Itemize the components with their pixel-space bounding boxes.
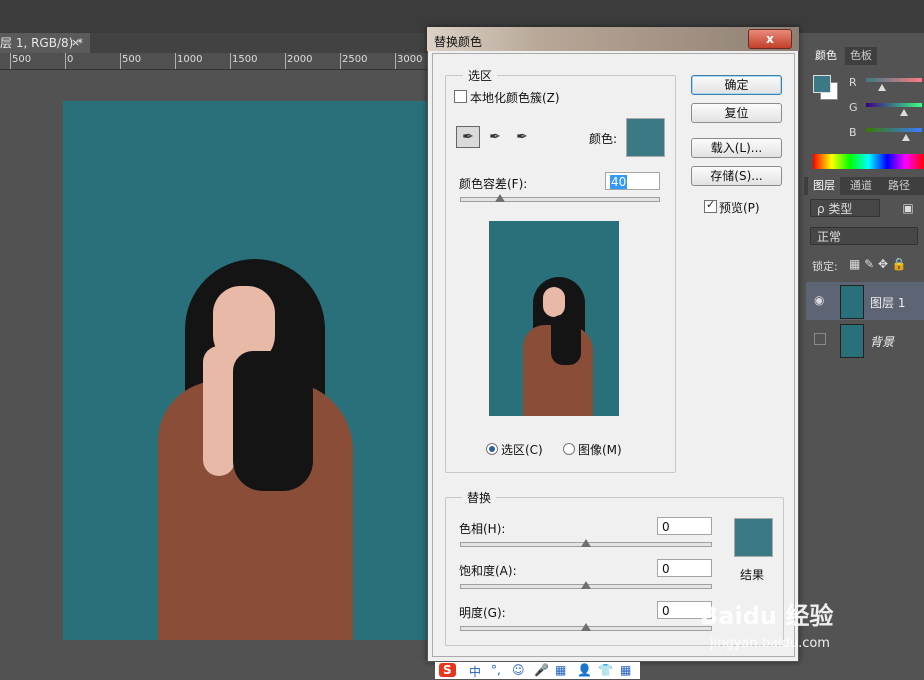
ruler-label: 500: [122, 54, 142, 65]
document-tab[interactable]: 层 1, RGB/8) * ×: [0, 33, 90, 53]
ime-toolbar: S 中 °, ☺ 🎤 ▦ 👤 👕 ▦: [435, 662, 640, 679]
tab-color[interactable]: 颜色: [810, 47, 842, 65]
baidu-watermark-url: jingyan.baidu.com: [710, 636, 830, 651]
channel-label-g: G: [849, 101, 858, 114]
ruler-label: 1000: [177, 54, 203, 65]
layer-filter-dropdown[interactable]: ρ 类型: [810, 199, 880, 217]
localized-clusters-checkbox[interactable]: [454, 90, 467, 103]
saturation-label: 饱和度(A):: [459, 564, 517, 578]
photo-hair-lower: [233, 351, 313, 491]
visibility-eye-icon[interactable]: ◉: [814, 293, 824, 307]
preview-checkbox[interactable]: [704, 198, 717, 213]
image-filter-icon[interactable]: ▣: [898, 199, 918, 217]
fuzziness-label: 颜色容差(F):: [459, 177, 528, 191]
blend-mode-dropdown[interactable]: 正常: [810, 227, 918, 245]
ruler-label: 2000: [287, 54, 313, 65]
dialog-titlebar[interactable]: [427, 27, 799, 51]
photo-arm: [203, 346, 235, 476]
hue-label: 色相(H):: [459, 522, 506, 536]
r-slider[interactable]: [866, 78, 922, 82]
baidu-watermark: Baidu 经验: [700, 602, 834, 630]
load-button[interactable]: 载入(L)...: [691, 138, 782, 158]
selection-radio-label: 选区(C): [501, 443, 543, 457]
layer-row-1[interactable]: ◉ 图层 1: [806, 282, 924, 320]
eyedropper-plus-icon[interactable]: ✒: [484, 127, 506, 147]
ime-voice-icon[interactable]: 🎤: [534, 663, 549, 677]
image-radio[interactable]: [563, 443, 575, 455]
lightness-slider-thumb[interactable]: [581, 623, 591, 631]
color-spectrum-bar[interactable]: [813, 154, 924, 169]
tab-paths[interactable]: 路径: [883, 177, 915, 195]
result-label: 结果: [740, 568, 765, 582]
localized-clusters-label: 本地化颜色簇(Z): [470, 91, 560, 105]
ime-skin-icon[interactable]: 👕: [598, 663, 613, 677]
ruler-label: 3000: [397, 54, 423, 65]
layer-thumbnail: [840, 285, 864, 319]
sogou-logo-icon[interactable]: S: [439, 663, 456, 677]
ime-user-icon[interactable]: 👤: [577, 663, 592, 677]
image-radio-label: 图像(M): [578, 443, 622, 457]
dialog-title: 替换颜色: [434, 35, 483, 49]
lock-icons[interactable]: ▦ ✎ ✥ 🔒: [849, 257, 907, 271]
layer-name: 背景: [870, 335, 895, 349]
ime-emoji-icon[interactable]: ☺: [512, 663, 525, 677]
horizontal-ruler: 500 0 500 1000 1500 2000 2500 3000: [0, 53, 430, 70]
foreground-color-swatch[interactable]: [813, 75, 831, 93]
tab-bar-empty: [90, 33, 430, 53]
ime-keyboard-icon[interactable]: ▦: [555, 663, 566, 677]
b-slider[interactable]: [866, 128, 922, 132]
layer-name: 图层 1: [870, 296, 906, 310]
ruler-label: 0: [67, 54, 74, 65]
preview-label: 预览(P): [719, 201, 760, 215]
eyedropper-icon[interactable]: ✒: [456, 126, 480, 148]
lightness-label: 明度(G):: [459, 606, 506, 620]
tab-swatches[interactable]: 色板: [845, 47, 877, 65]
ime-toolbox-icon[interactable]: ▦: [620, 663, 631, 677]
ok-button[interactable]: 确定: [691, 75, 782, 95]
visibility-empty-icon[interactable]: [814, 333, 826, 345]
selection-group-label: 选区: [463, 67, 498, 84]
document-photo[interactable]: [63, 101, 430, 640]
fuzziness-slider-thumb[interactable]: [494, 194, 505, 202]
fuzziness-input[interactable]: 40: [605, 172, 660, 190]
fuzziness-slider-track[interactable]: [460, 197, 660, 202]
b-slider-thumb[interactable]: [902, 134, 910, 141]
selection-color-swatch[interactable]: [626, 118, 665, 157]
lock-label: 锁定:: [812, 260, 838, 273]
save-button[interactable]: 存储(S)...: [691, 166, 782, 186]
dialog-close-button[interactable]: x: [748, 29, 792, 49]
hue-input[interactable]: 0: [657, 517, 712, 535]
hue-slider-thumb[interactable]: [581, 539, 591, 547]
close-tab-icon[interactable]: ×: [71, 33, 80, 53]
layer-row-background[interactable]: 背景: [806, 321, 924, 359]
saturation-input[interactable]: 0: [657, 559, 712, 577]
ime-chinese-mode[interactable]: 中: [469, 663, 481, 680]
tab-channels[interactable]: 通道: [845, 177, 877, 195]
eyedropper-minus-icon[interactable]: ✒: [511, 127, 533, 147]
preview-face: [543, 287, 565, 317]
preview-hair-lower: [551, 315, 581, 365]
selection-radio[interactable]: [486, 443, 498, 455]
reset-button[interactable]: 复位: [691, 103, 782, 123]
ruler-label: 2500: [342, 54, 368, 65]
ruler-label: 500: [12, 54, 32, 65]
channel-label-r: R: [849, 76, 857, 89]
fuzziness-value: 40: [610, 175, 628, 189]
g-slider[interactable]: [866, 103, 922, 107]
ruler-label: 1500: [232, 54, 258, 65]
layer-thumbnail: [840, 324, 864, 358]
ime-punctuation-icon[interactable]: °,: [491, 663, 501, 677]
result-color-swatch[interactable]: [734, 518, 773, 557]
color-label: 颜色:: [589, 132, 618, 146]
tab-layers[interactable]: 图层: [808, 177, 840, 195]
saturation-slider-thumb[interactable]: [581, 581, 591, 589]
replace-group-label: 替换: [462, 489, 497, 506]
channel-label-b: B: [849, 126, 857, 139]
g-slider-thumb[interactable]: [900, 109, 908, 116]
r-slider-thumb[interactable]: [878, 84, 886, 91]
selection-preview-image[interactable]: [489, 221, 619, 416]
